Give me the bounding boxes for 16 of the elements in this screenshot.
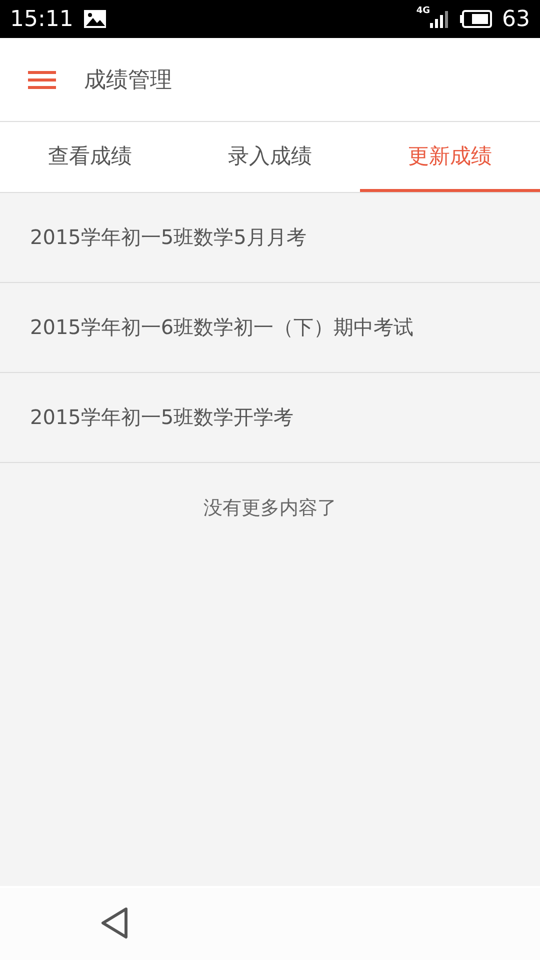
image-icon (83, 9, 108, 29)
tab[interactable]: 更新成绩 (360, 122, 540, 192)
end-message: 没有更多内容了 (202, 496, 338, 521)
page-title: 成绩管理 (84, 66, 172, 94)
exam-item[interactable]: 2015学年初一6班数学初一（下）期中考试 (0, 283, 540, 373)
status-time: 15:11 (10, 6, 74, 32)
battery-level: 63 (502, 6, 530, 32)
network-label: 4G (416, 6, 430, 16)
back-icon[interactable] (100, 907, 130, 941)
tab[interactable]: 录入成绩 (180, 122, 360, 192)
signal-icon (430, 10, 450, 28)
tab[interactable]: 查看成绩 (0, 122, 180, 192)
menu-icon[interactable] (28, 70, 56, 90)
exam-item[interactable]: 2015学年初一5班数学开学考 (0, 373, 540, 463)
battery-icon (460, 10, 492, 28)
exam-item[interactable]: 2015学年初一5班数学5月月考 (0, 193, 540, 283)
